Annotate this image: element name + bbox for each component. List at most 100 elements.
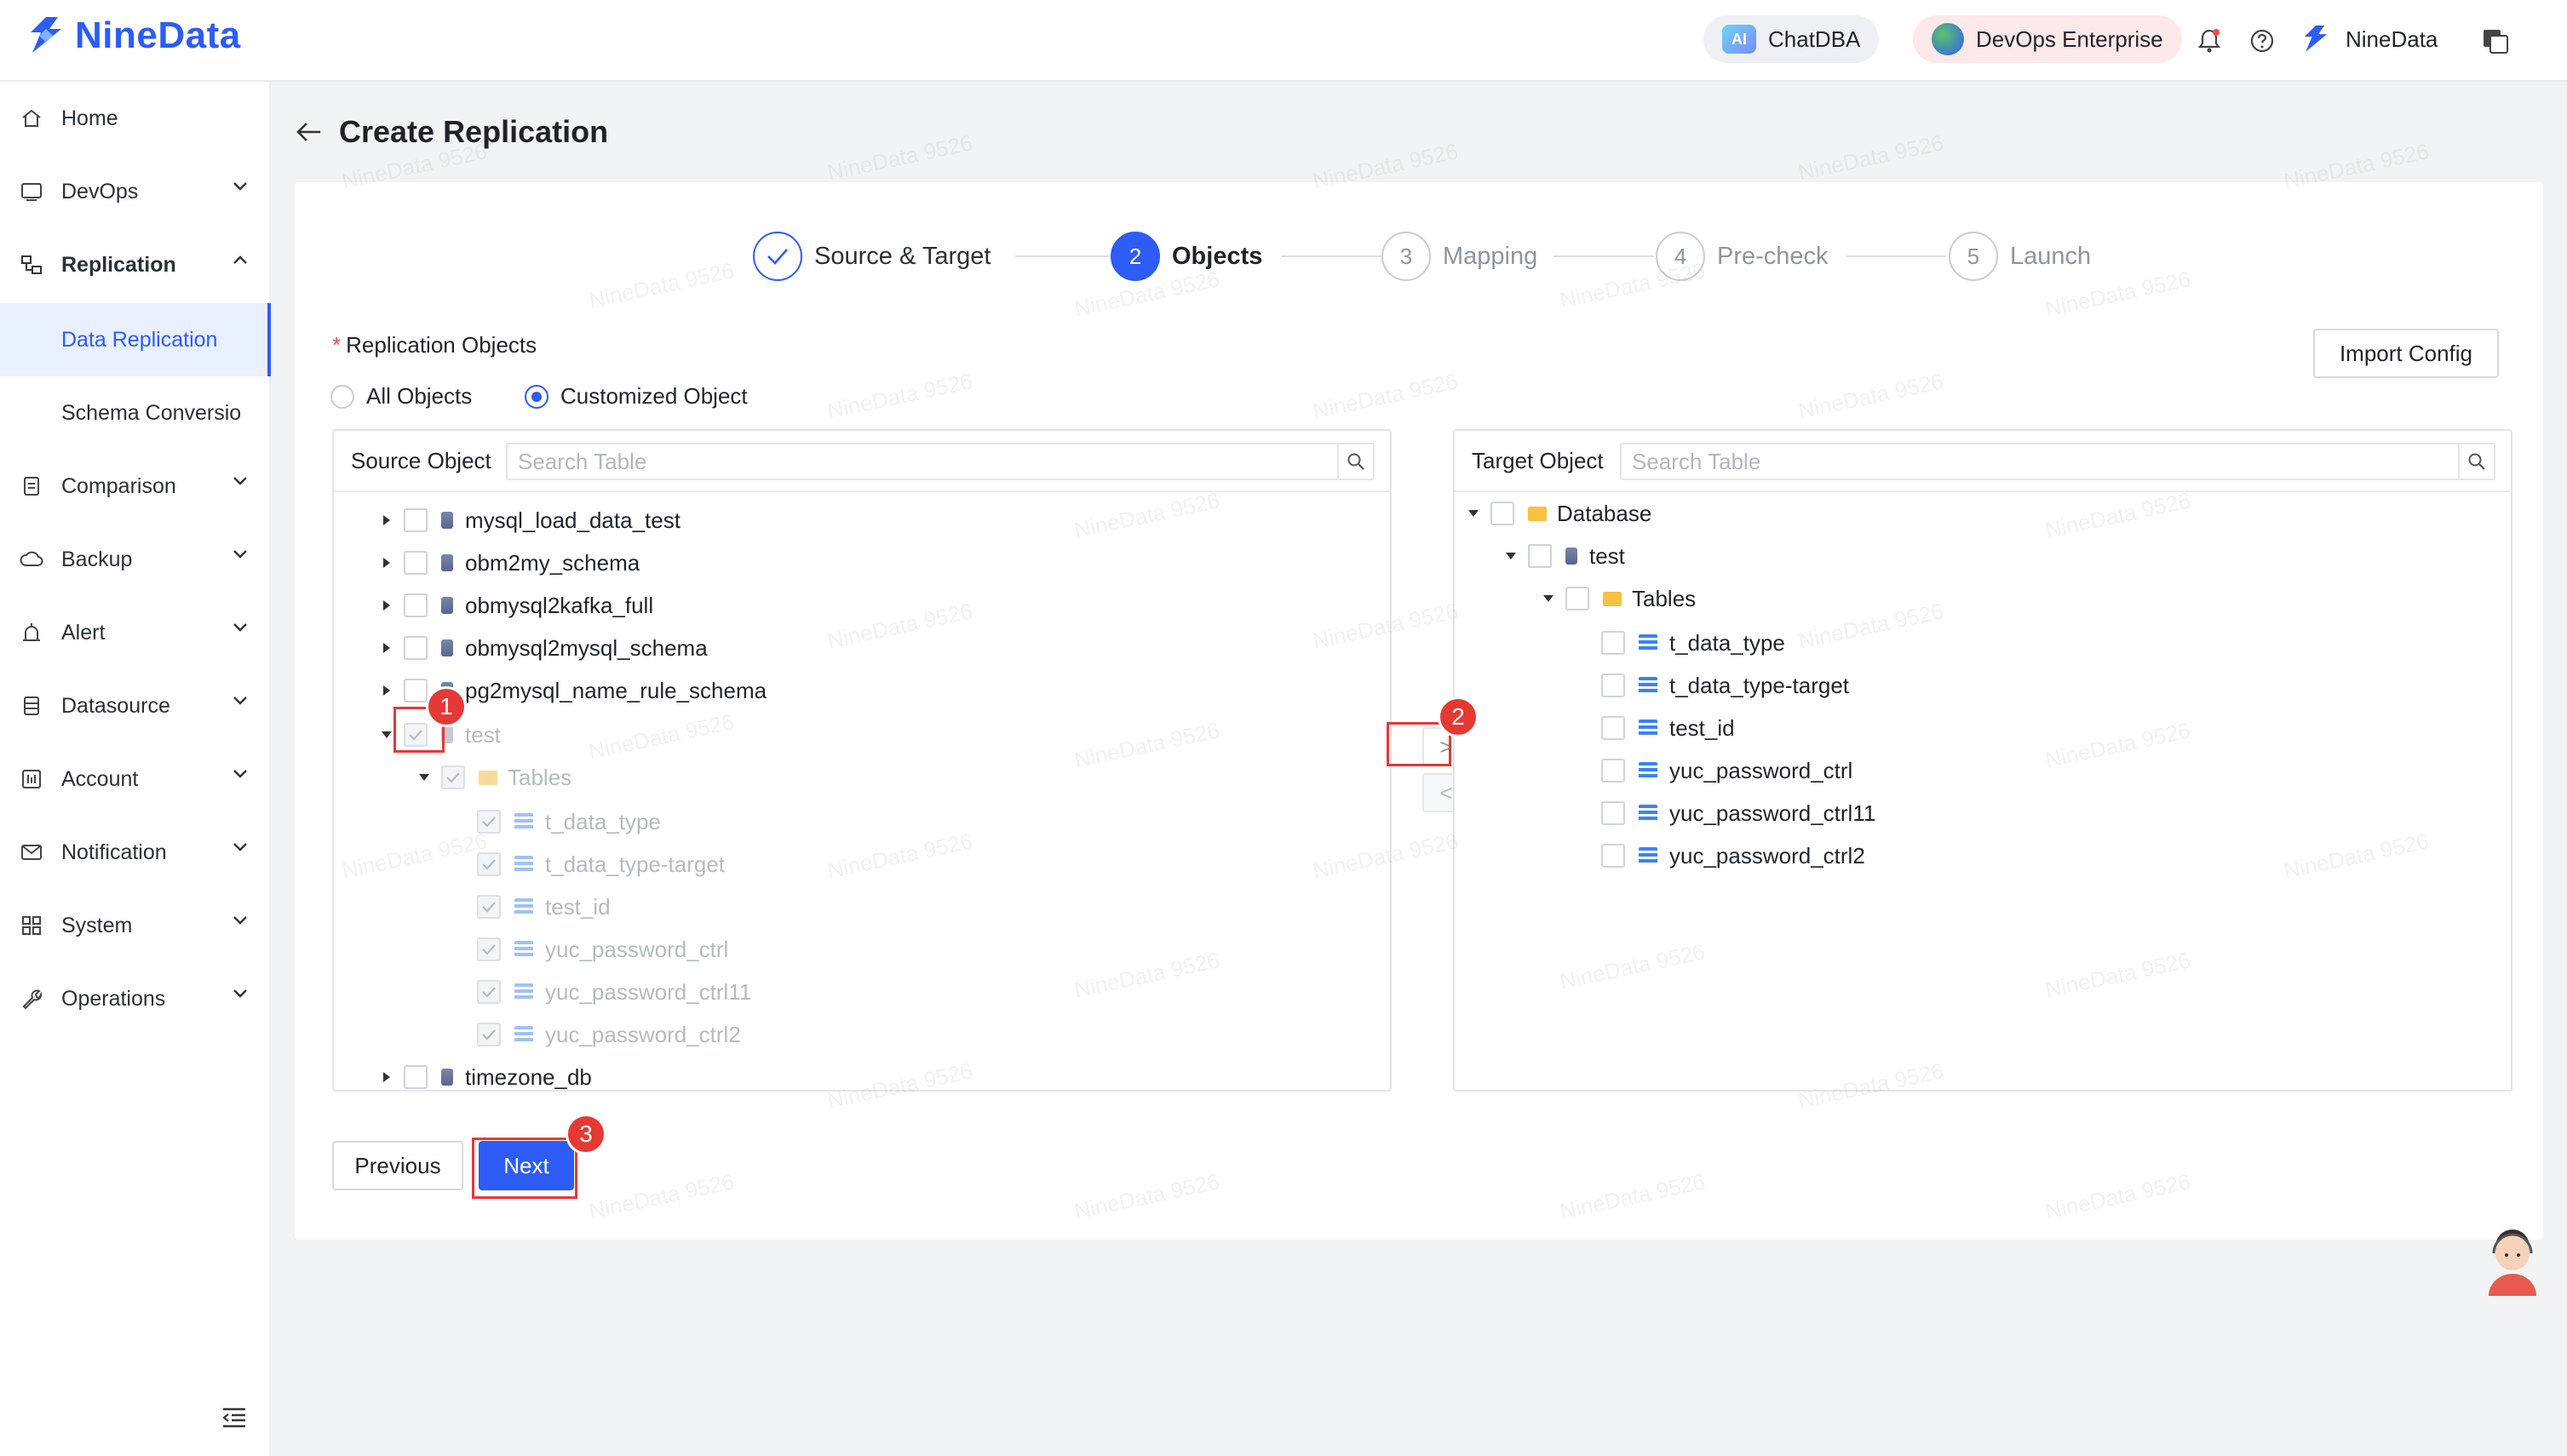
checkbox[interactable] <box>404 508 428 532</box>
target-search-input[interactable]: Search Table <box>1620 443 2495 480</box>
checkbox[interactable] <box>1601 801 1625 825</box>
devops-enterprise-button[interactable]: DevOps Enterprise <box>1913 15 2182 63</box>
highlight-box-next <box>472 1138 577 1199</box>
bell-icon[interactable] <box>2194 26 2225 56</box>
node-label: yuc_password_ctrl11 <box>545 978 752 1005</box>
sidebar: Home DevOps Replication Data Replication… <box>0 82 271 1456</box>
caret-down-icon[interactable] <box>1504 552 1518 560</box>
node-label: yuc_password_ctrl <box>1669 757 1853 783</box>
caret-down-icon[interactable] <box>1467 509 1480 518</box>
checkbox[interactable] <box>404 636 428 660</box>
tree-node-table[interactable]: test_id <box>477 886 611 928</box>
node-label: test_id <box>1669 714 1735 741</box>
tree-node-table[interactable]: yuc_password_ctrl <box>477 928 728 971</box>
tree-node-tables[interactable]: Tables <box>1542 577 1696 620</box>
step-source-target[interactable]: Source & Target <box>753 232 991 281</box>
checkbox[interactable] <box>1601 759 1625 782</box>
source-panel-header: Source Object Search Table <box>334 431 1390 492</box>
node-label: yuc_password_ctrl11 <box>1669 800 1876 826</box>
tree-node-database[interactable]: obmysql2mysql_schema <box>380 627 708 669</box>
support-assistant-icon[interactable] <box>2482 1228 2543 1296</box>
caret-down-icon[interactable] <box>1542 594 1555 603</box>
import-config-button[interactable]: Import Config <box>2313 329 2499 378</box>
node-label: Database <box>1557 500 1652 526</box>
radio-all-objects[interactable]: All Objects <box>330 383 472 410</box>
sidebar-item-schema-conversion[interactable]: Schema Conversio <box>0 376 271 450</box>
node-label: obmysql2mysql_schema <box>465 634 708 661</box>
collapse-sidebar-icon[interactable] <box>221 1407 247 1429</box>
tree-node-table[interactable]: yuc_password_ctrl2 <box>477 1013 741 1056</box>
search-icon[interactable] <box>2458 444 2494 479</box>
caret-right-icon[interactable] <box>380 1071 393 1083</box>
tree-node-table[interactable]: yuc_password_ctrl <box>1601 749 1852 792</box>
required-mark: * <box>332 332 342 358</box>
user-menu[interactable]: NineData <box>2300 22 2438 56</box>
comparison-icon <box>19 473 44 499</box>
help-icon[interactable] <box>2247 26 2277 56</box>
tree-node-table[interactable]: t_data_type <box>1601 622 1785 664</box>
tree-node-table[interactable]: yuc_password_ctrl11 <box>477 971 751 1013</box>
sidebar-item-alert[interactable]: Alert <box>0 596 271 669</box>
caret-down-icon[interactable] <box>417 773 431 782</box>
tree-node-database-test[interactable]: test <box>1504 535 1625 577</box>
source-search-input[interactable]: Search Table <box>506 443 1375 480</box>
checkbox[interactable] <box>1601 844 1625 868</box>
search-icon[interactable] <box>1337 444 1373 479</box>
checkbox[interactable] <box>1601 631 1625 655</box>
tree-node-table[interactable]: test_id <box>1601 707 1735 749</box>
target-panel-header: Target Object Search Table <box>1455 431 2511 492</box>
tree-node-table[interactable]: yuc_password_ctrl2 <box>1601 834 1865 877</box>
sidebar-item-label: Home <box>61 106 118 130</box>
app-logo[interactable]: NineData <box>24 14 241 58</box>
sidebar-item-replication[interactable]: Replication <box>0 228 271 301</box>
previous-button[interactable]: Previous <box>332 1141 463 1190</box>
checkbox[interactable] <box>1601 716 1625 740</box>
tree-node-table[interactable]: t_data_type-target <box>477 843 725 886</box>
chatdba-button[interactable]: AI ChatDBA <box>1703 15 1880 63</box>
watermark: NineData 9526 <box>824 129 975 186</box>
sidebar-item-devops[interactable]: DevOps <box>0 155 271 228</box>
chevron-up-icon <box>233 255 247 264</box>
step-label: Pre-check <box>1717 242 1829 270</box>
tree-node-database[interactable]: obmysql2kafka_full <box>380 584 653 627</box>
tree-node-database[interactable]: obm2my_schema <box>380 542 640 584</box>
sidebar-item-label: Datasource <box>61 693 170 718</box>
caret-right-icon[interactable] <box>380 642 393 654</box>
back-arrow-icon[interactable] <box>295 119 324 145</box>
sidebar-item-backup[interactable]: Backup <box>0 523 271 596</box>
tree-node-table[interactable]: yuc_password_ctrl11 <box>1601 792 1875 834</box>
source-object-panel: Source Object Search Table mysql_load_da… <box>332 429 1392 1092</box>
sidebar-item-comparison[interactable]: Comparison <box>0 450 271 523</box>
sidebar-item-datasource[interactable]: Datasource <box>0 669 271 742</box>
checkbox[interactable] <box>404 593 428 617</box>
checkbox[interactable] <box>1490 502 1514 525</box>
tree-node-database[interactable]: timezone_db <box>380 1056 592 1098</box>
node-label: test <box>1589 542 1625 569</box>
tree-node-table[interactable]: t_data_type-target <box>1601 664 1849 707</box>
tree-node-database[interactable]: mysql_load_data_test <box>380 499 681 542</box>
language-icon[interactable]: En <box>2480 26 2511 56</box>
checkbox[interactable] <box>404 679 428 702</box>
caret-right-icon[interactable] <box>380 514 393 526</box>
caret-right-icon[interactable] <box>380 557 393 569</box>
tree-node-tables[interactable]: Tables <box>417 756 571 799</box>
radio-customized-object[interactable]: Customized Object <box>525 383 748 410</box>
app-name: NineData <box>75 14 241 56</box>
caret-down-icon[interactable] <box>380 731 393 739</box>
account-icon <box>19 766 44 792</box>
tree-node-database-root[interactable]: Database <box>1467 492 1651 535</box>
caret-right-icon[interactable] <box>380 599 393 611</box>
checkbox[interactable] <box>404 1065 428 1089</box>
caret-right-icon[interactable] <box>380 685 393 696</box>
sidebar-item-system[interactable]: System <box>0 889 271 962</box>
sidebar-item-home[interactable]: Home <box>0 82 271 155</box>
sidebar-item-data-replication[interactable]: Data Replication <box>0 303 271 376</box>
sidebar-item-account[interactable]: Account <box>0 742 271 816</box>
checkbox[interactable] <box>1601 674 1625 697</box>
sidebar-item-operations[interactable]: Operations <box>0 962 271 1035</box>
sidebar-item-notification[interactable]: Notification <box>0 816 271 889</box>
tree-node-table[interactable]: t_data_type <box>477 800 661 843</box>
checkbox[interactable] <box>1565 587 1589 610</box>
checkbox[interactable] <box>1528 544 1552 568</box>
checkbox[interactable] <box>404 551 428 575</box>
